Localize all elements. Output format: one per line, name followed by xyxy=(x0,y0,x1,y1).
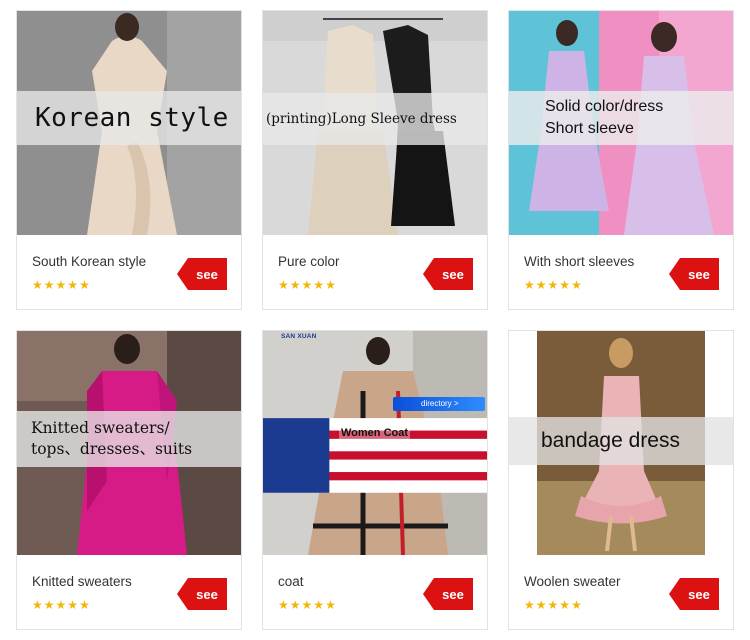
product-photo[interactable]: Knitted sweaters/ tops、dresses、suits xyxy=(17,331,241,555)
star-icon: ★ xyxy=(325,598,336,612)
rating-stars: ★ ★ ★ ★ ★ xyxy=(32,599,90,611)
rating-stars: ★ ★ ★ ★ ★ xyxy=(32,279,90,291)
overlay-line: Short sleeve xyxy=(545,120,634,137)
see-button[interactable]: see xyxy=(177,578,227,610)
product-photo[interactable]: Solid color/dress Short sleeve xyxy=(509,11,733,235)
see-button[interactable]: see xyxy=(669,578,719,610)
star-icon: ★ xyxy=(559,598,571,612)
overlay-line: Solid color/dress xyxy=(545,98,664,115)
star-icon: ★ xyxy=(32,278,43,292)
overlay-line: Knitted sweaters/ xyxy=(31,419,170,437)
star-icon: ★ xyxy=(535,278,547,292)
see-button[interactable]: see xyxy=(177,258,227,290)
star-icon: ★ xyxy=(524,598,535,612)
overlay-line: tops、dresses、suits xyxy=(31,440,193,458)
star-icon: ★ xyxy=(325,278,336,292)
star-icon: ★ xyxy=(535,598,547,612)
rating-stars: ★ ★ ★ ★ ★ xyxy=(278,599,336,611)
product-card[interactable]: SAN XUAN directory > Women Coat coat ★ ★… xyxy=(262,330,488,630)
star-icon: ★ xyxy=(55,598,67,612)
directory-link[interactable]: directory > xyxy=(393,397,485,411)
product-overlay-caption: Knitted sweaters/ tops、dresses、suits xyxy=(17,411,241,467)
overlay-line: (printing)Long Sleeve dress xyxy=(266,111,457,127)
overlay-line: Korean style xyxy=(35,103,229,133)
product-overlay-caption: (printing)Long Sleeve dress xyxy=(263,93,487,145)
star-icon: ★ xyxy=(524,278,535,292)
product-card[interactable]: Korean style South Korean style ★ ★ ★ ★ … xyxy=(16,10,242,310)
star-icon: ★ xyxy=(55,278,67,292)
overlay-line: bandage dress xyxy=(541,429,680,452)
see-button[interactable]: see xyxy=(669,258,719,290)
star-icon: ★ xyxy=(547,278,559,292)
star-icon: ★ xyxy=(79,278,90,292)
star-icon: ★ xyxy=(43,278,55,292)
product-overlay-caption: bandage dress xyxy=(509,417,733,465)
product-title[interactable]: Knitted sweaters xyxy=(32,574,132,589)
rating-stars: ★ ★ ★ ★ ★ xyxy=(278,279,336,291)
star-icon: ★ xyxy=(289,598,301,612)
product-card[interactable]: Solid color/dress Short sleeve With shor… xyxy=(508,10,734,310)
star-icon: ★ xyxy=(571,278,582,292)
product-card[interactable]: (printing)Long Sleeve dress Pure color ★… xyxy=(262,10,488,310)
product-title[interactable]: coat xyxy=(278,574,304,589)
star-icon: ★ xyxy=(67,598,79,612)
product-photo[interactable]: (printing)Long Sleeve dress xyxy=(263,11,487,235)
product-caption: Women Coat xyxy=(339,427,411,439)
see-button[interactable]: see xyxy=(423,258,473,290)
star-icon: ★ xyxy=(547,598,559,612)
star-icon: ★ xyxy=(79,598,90,612)
product-card[interactable]: Knitted sweaters/ tops、dresses、suits Kni… xyxy=(16,330,242,630)
star-icon: ★ xyxy=(571,598,582,612)
star-icon: ★ xyxy=(289,278,301,292)
star-icon: ★ xyxy=(301,278,313,292)
star-icon: ★ xyxy=(32,598,43,612)
star-icon: ★ xyxy=(301,598,313,612)
product-title[interactable]: With short sleeves xyxy=(524,254,634,269)
star-icon: ★ xyxy=(67,278,79,292)
product-title[interactable]: Pure color xyxy=(278,254,340,269)
star-icon: ★ xyxy=(313,278,325,292)
product-title[interactable]: Woolen sweater xyxy=(524,574,621,589)
product-photo[interactable]: bandage dress xyxy=(509,331,733,555)
star-icon: ★ xyxy=(278,598,289,612)
brand-name: SAN XUAN xyxy=(281,333,317,340)
rating-stars: ★ ★ ★ ★ ★ xyxy=(524,279,582,291)
star-icon: ★ xyxy=(43,598,55,612)
product-photo[interactable]: SAN XUAN directory > Women Coat xyxy=(263,331,487,555)
product-title[interactable]: South Korean style xyxy=(32,254,146,269)
see-button[interactable]: see xyxy=(423,578,473,610)
rating-stars: ★ ★ ★ ★ ★ xyxy=(524,599,582,611)
star-icon: ★ xyxy=(313,598,325,612)
product-overlay-caption: Korean style xyxy=(17,91,241,145)
star-icon: ★ xyxy=(278,278,289,292)
product-overlay-caption: Solid color/dress Short sleeve xyxy=(509,91,733,145)
product-card[interactable]: bandage dress Woolen sweater ★ ★ ★ ★ ★ s… xyxy=(508,330,734,630)
star-icon: ★ xyxy=(559,278,571,292)
product-photo[interactable]: Korean style xyxy=(17,11,241,235)
brand-flag-icon xyxy=(263,418,487,493)
